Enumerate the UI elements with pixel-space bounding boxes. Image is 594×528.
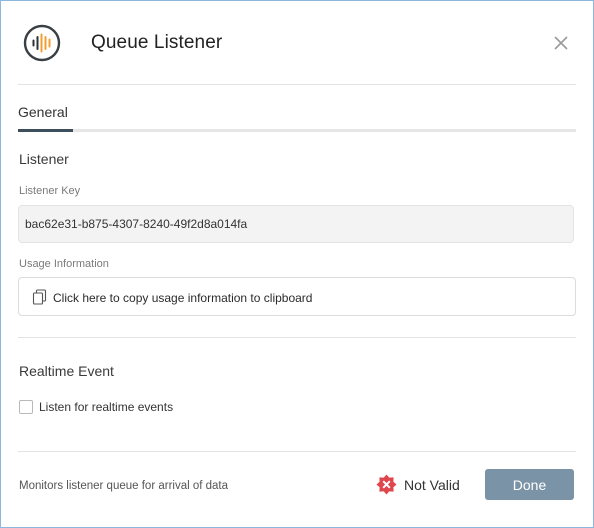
queue-listener-dialog: Queue Listener General Listener Listener… <box>0 0 594 528</box>
footer-description: Monitors listener queue for arrival of d… <box>19 480 229 492</box>
copy-usage-label: Click here to copy usage information to … <box>53 291 313 305</box>
close-icon[interactable] <box>551 33 571 53</box>
listener-key-label: Listener Key <box>19 185 81 197</box>
done-button[interactable]: Done <box>485 469 574 500</box>
tab-underline-track <box>18 129 576 132</box>
usage-information-label: Usage Information <box>19 258 109 270</box>
header-divider <box>18 84 576 85</box>
section-divider <box>18 337 576 338</box>
listener-key-field[interactable]: bac62e31-b875-4307-8240-49f2d8a014fa <box>18 205 574 243</box>
tab-bar: General <box>18 104 576 132</box>
validation-status-text: Not Valid <box>404 477 460 493</box>
copy-usage-button[interactable]: Click here to copy usage information to … <box>18 277 576 316</box>
error-badge-icon <box>376 474 397 495</box>
copy-icon <box>32 289 48 305</box>
realtime-section-title: Realtime Event <box>19 363 114 379</box>
footer-divider <box>18 451 576 452</box>
tab-general[interactable]: General <box>18 104 68 130</box>
listen-realtime-checkbox[interactable] <box>19 400 33 414</box>
listen-realtime-label[interactable]: Listen for realtime events <box>39 400 173 414</box>
dialog-title: Queue Listener <box>91 32 223 53</box>
listener-section-title: Listener <box>19 151 69 167</box>
tab-active-indicator <box>18 129 73 132</box>
audio-waveform-icon <box>23 24 61 62</box>
dialog-header: Queue Listener <box>1 1 593 85</box>
listener-key-value: bac62e31-b875-4307-8240-49f2d8a014fa <box>25 217 248 231</box>
